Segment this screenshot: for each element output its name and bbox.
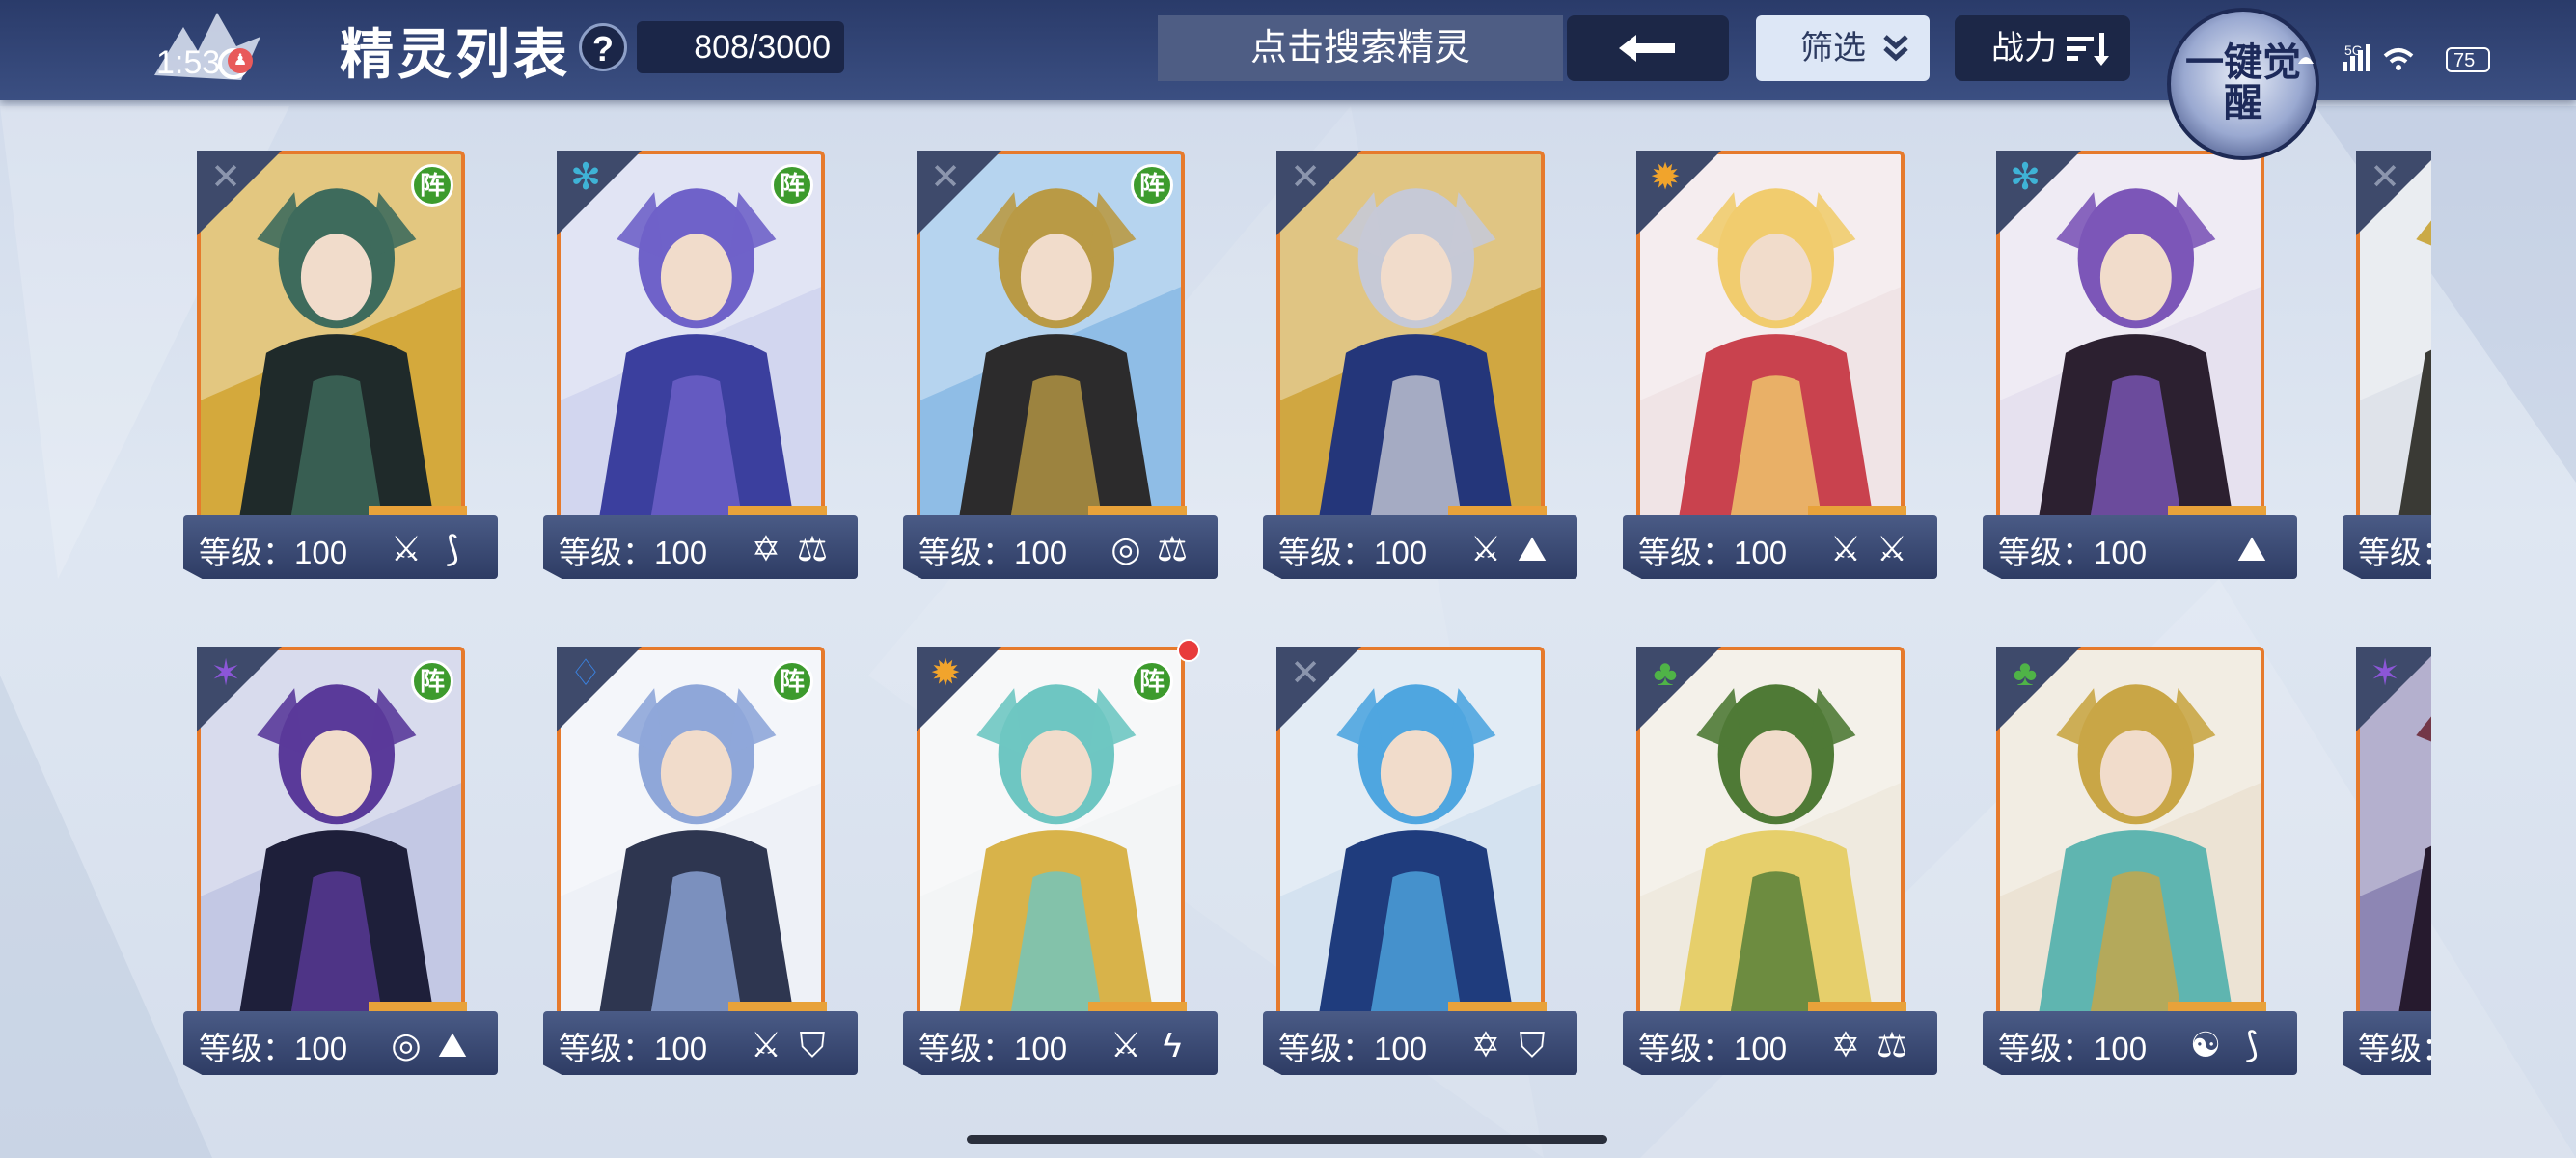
filter-button[interactable]: 筛选: [1756, 15, 1930, 81]
search-input[interactable]: 点击搜索精灵: [1158, 15, 1563, 81]
scale-icon: ⚖: [796, 529, 829, 568]
network-type: 5G: [2344, 42, 2363, 58]
level-label: 等级：100: [1278, 535, 1428, 570]
shield-icon: ⛉: [1519, 1025, 1546, 1064]
lightning-icon: ϟ: [1163, 1025, 1182, 1064]
level-label: 等级：100: [1278, 1031, 1428, 1066]
chevron-down-double-icon: [1883, 35, 1908, 62]
element-grass-icon: ♣: [2013, 653, 2038, 694]
element-shadow-icon: ✶: [210, 653, 241, 694]
spiral-icon: ◎: [1110, 529, 1141, 568]
level-label: 等级：100: [199, 1031, 348, 1066]
spirit-card[interactable]: ✶ 等级：100 阵 ◎ ⛰: [183, 641, 498, 1075]
power-sort-button[interactable]: 战力: [1955, 15, 2130, 81]
element-mech-icon: ✕: [2370, 157, 2400, 198]
spirit-card[interactable]: ✕ 等级：100 ⚔ ⛰: [1263, 145, 1577, 579]
element-ice-icon: ✻: [570, 157, 601, 198]
scale-icon: ⚖: [1876, 1025, 1908, 1064]
element-ice-icon: ✻: [2010, 157, 2041, 198]
level-label: 等级：: [2358, 1031, 2431, 1066]
level-label: 等级：100: [559, 1031, 708, 1066]
trident-icon: ⚔: [750, 1025, 782, 1064]
sort-icon: [2067, 33, 2109, 66]
yinyang-icon: ☯: [2189, 1025, 2222, 1064]
element-mech-icon: ✕: [930, 157, 961, 198]
spirit-card[interactable]: ✕ 等级：100 阵 ⚔ ⟆: [183, 145, 498, 579]
back-button[interactable]: [1567, 15, 1729, 81]
spirit-count: 808/3000: [637, 21, 844, 73]
element-mech-icon: ✕: [1290, 157, 1321, 198]
formation-badge: 阵: [411, 164, 453, 207]
spirit-card[interactable]: ✻ 等级：100 阵 ✡ ⚖: [543, 145, 858, 579]
formation-badge: 阵: [771, 164, 813, 207]
spirit-card[interactable]: ♣ 等级：100 ☯ ⟆: [1983, 641, 2297, 1075]
spiral-icon: ◎: [391, 1025, 422, 1064]
new-indicator-dot: [1177, 639, 1200, 662]
level-label: 等级：100: [918, 1031, 1068, 1066]
formation-badge: 阵: [411, 660, 453, 703]
element-grass-icon: ♣: [1653, 653, 1678, 694]
scale-icon: ⚖: [1156, 529, 1189, 568]
level-label: 等级：100: [199, 535, 348, 570]
level-label: 等级：100: [1638, 535, 1788, 570]
trident-icon: ⚔: [1110, 1025, 1142, 1064]
element-mech-icon: ✕: [210, 157, 241, 198]
spirit-card[interactable]: ✹ 等级：100 ⚔ ⚔: [1623, 145, 1937, 579]
formation-badge: 阵: [771, 660, 813, 703]
spirit-card-grid: ✕ 等级：100 阵 ⚔ ⟆ ✻ 等级：100 阵 ✡ ⚖ ✕ 等级：100 阵…: [0, 0, 2431, 1158]
notification-badge-icon: ♟: [228, 48, 253, 73]
arrow-left-icon: [1619, 35, 1675, 62]
claw-icon: ⟆: [2244, 1025, 2260, 1064]
mute-icon: [2298, 57, 2314, 64]
level-label: 等级：100: [1998, 535, 2148, 570]
battery-level: 75: [2453, 50, 2476, 71]
level-label: 等级：100: [1638, 1031, 1788, 1066]
star-icon: ✡: [1470, 1025, 1501, 1064]
filter-label: 筛选: [1800, 30, 1866, 67]
spirit-card[interactable]: ✕ 等级：: [2343, 145, 2431, 579]
power-label: 战力: [1991, 30, 2057, 67]
formation-badge: 阵: [1131, 660, 1173, 703]
spirit-card[interactable]: ♣ 等级：100 ✡ ⚖: [1623, 641, 1937, 1075]
level-label: 等级：100: [1998, 1031, 2148, 1066]
level-label: 等级：: [2358, 535, 2431, 570]
formation-badge: 阵: [1131, 164, 1173, 207]
status-time: 1:53: [156, 44, 221, 81]
star-icon: ✡: [1830, 1025, 1861, 1064]
book-icon: ⛰: [1517, 529, 1548, 568]
element-light-icon: ✹: [1650, 157, 1681, 198]
element-shadow-icon: ✶: [2370, 653, 2400, 694]
book-icon: ⛰: [2236, 529, 2267, 568]
trident-icon: ⚔: [1469, 529, 1502, 568]
spirit-card[interactable]: ✻ 等级：100 ⛰: [1983, 145, 2297, 579]
spirit-card[interactable]: ♢ 等级：100 阵 ⚔ ⛉: [543, 641, 858, 1075]
help-button[interactable]: ?: [579, 23, 627, 71]
shield-icon: ⛉: [799, 1025, 826, 1064]
spirit-card[interactable]: ✕ 等级：100 ✡ ⛉: [1263, 641, 1577, 1075]
trident-icon: ⚔: [1876, 529, 1908, 568]
trident-icon: ⚔: [1829, 529, 1862, 568]
spirit-card[interactable]: ✕ 等级：100 阵 ◎ ⚖: [903, 145, 1218, 579]
one-click-awaken-button[interactable]: 一键觉醒: [2167, 8, 2319, 160]
element-light-icon: ✹: [930, 653, 961, 694]
star-icon: ✡: [751, 529, 781, 568]
element-water-icon: ♢: [568, 653, 603, 694]
book-icon: ⛰: [437, 1025, 468, 1064]
element-mech-icon: ✕: [1290, 653, 1321, 694]
level-label: 等级：100: [559, 535, 708, 570]
spirit-card[interactable]: ✶ 等级：: [2343, 641, 2431, 1075]
page-title: 精灵列表: [340, 24, 571, 85]
claw-icon: ⟆: [445, 529, 460, 568]
trident-icon: ⚔: [390, 529, 423, 568]
level-label: 等级：100: [918, 535, 1068, 570]
home-indicator[interactable]: [967, 1135, 1607, 1144]
spirit-card[interactable]: ✹ 等级：100 阵 ⚔ ϟ: [903, 639, 1218, 1075]
